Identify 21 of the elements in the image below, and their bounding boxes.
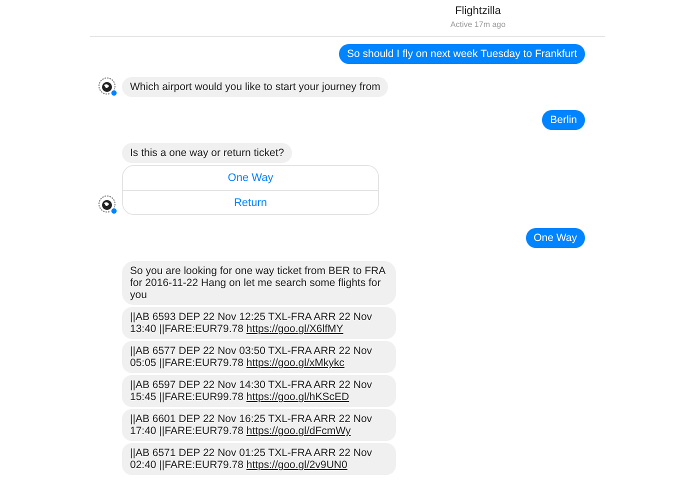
chat-title: Flightzilla	[455, 5, 501, 17]
flight-link[interactable]: https://goo.gl/2v9UN0	[246, 459, 348, 471]
globe-avatar-icon	[98, 77, 118, 97]
received-message: Is this a one way or return ticket?	[122, 143, 292, 163]
flight-link[interactable]: https://goo.gl/xMkykc	[246, 357, 344, 369]
flight-result-message: ||AB 6571 DEP 22 Nov 01:25 TXL-FRA ARR 22 Nov 02:40 ||FARE:EUR79.78 https://goo.gl/2v9UN0	[122, 443, 396, 475]
sent-message: Berlin	[542, 110, 585, 130]
flight-result-message: ||AB 6597 DEP 22 Nov 14:30 TXL-FRA ARR 22 Nov 15:45 ||FARE:EUR99.78 https://goo.gl/hKScED	[122, 375, 396, 407]
sent-message: One Way	[526, 228, 585, 248]
flight-link[interactable]: https://goo.gl/dFcmWy	[246, 425, 351, 437]
flight-link[interactable]: https://goo.gl/hKScED	[246, 391, 350, 403]
flight-result-message: ||AB 6577 DEP 22 Nov 03:50 TXL-FRA ARR 22 Nov 05:05 ||FARE:EUR79.78 https://goo.gl/xMkykc	[122, 341, 396, 373]
active-status: Active 17m ago	[450, 20, 506, 29]
sent-message: So should I fly on next week Tuesday to Frankfurt	[339, 44, 585, 64]
globe-avatar-icon	[98, 195, 118, 215]
flight-result-message: ||AB 6601 DEP 22 Nov 16:25 TXL-FRA ARR 22 Nov 17:40 ||FARE:EUR79.78 https://goo.gl/dFcmWy	[122, 409, 396, 441]
received-message: Which airport would you like to start your journey from	[122, 77, 388, 97]
flight-result-message: ||AB 6593 DEP 22 Nov 12:25 TXL-FRA ARR 22 Nov 13:40 ||FARE:EUR79.78 https://goo.gl/X6lfMY	[122, 307, 396, 339]
received-message: So you are looking for one way ticket from BER to FRA for 2016-11-22 Hang on let me search some flights for you	[122, 261, 396, 305]
quick-reply-button[interactable]: Return	[123, 190, 378, 214]
flight-link[interactable]: https://goo.gl/X6lfMY	[246, 323, 344, 335]
